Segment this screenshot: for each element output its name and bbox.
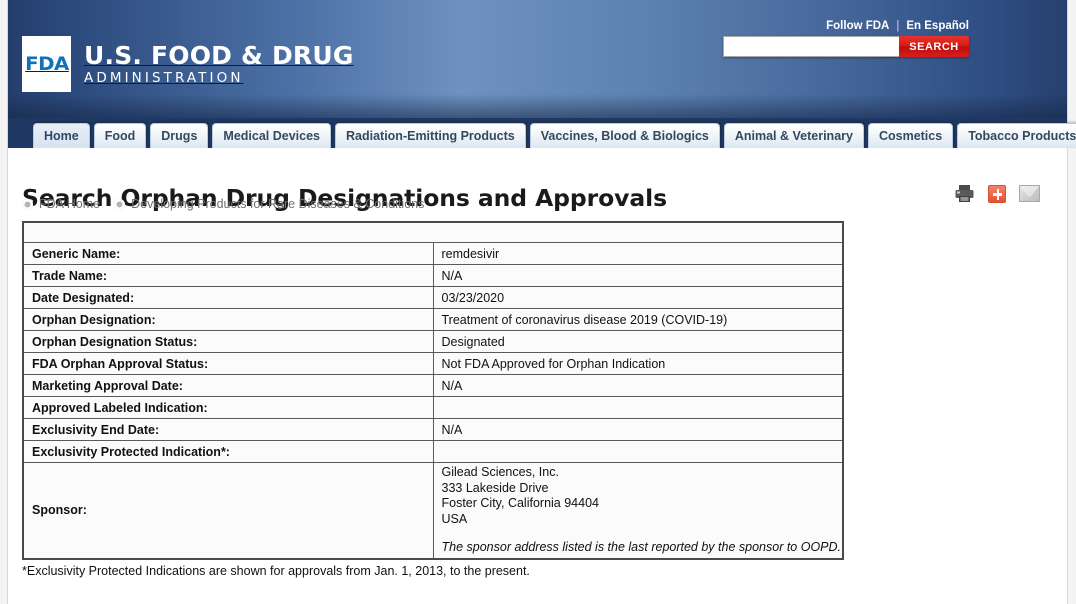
table-row: FDA Orphan Approval Status: Not FDA Appr…: [22, 352, 844, 375]
row-value-exclusivity-protected-indication: [432, 440, 844, 463]
row-label-date-designated: Date Designated:: [22, 286, 434, 309]
fda-logo-text: FDA: [24, 53, 69, 75]
table-row: Trade Name: N/A: [22, 264, 844, 287]
email-icon[interactable]: [1019, 185, 1040, 202]
row-label-marketing-approval-date: Marketing Approval Date:: [22, 374, 434, 397]
table-header-row-cell: [22, 221, 844, 243]
table-row-sponsor: Sponsor: Gilead Sciences, Inc. 333 Lakes…: [22, 462, 844, 559]
tab-drugs[interactable]: Drugs: [150, 123, 209, 148]
follow-fda-link[interactable]: Follow FDA: [826, 20, 889, 32]
sponsor-street: 333 Lakeside Drive: [441, 480, 549, 495]
sponsor-country: USA: [441, 511, 468, 526]
table-row: [22, 221, 844, 243]
search-button[interactable]: SEARCH: [899, 36, 969, 57]
agency-name-line2: ADMINISTRATION: [84, 70, 244, 86]
sponsor-name: Gilead Sciences, Inc.: [441, 465, 559, 479]
row-label-generic-name: Generic Name:: [22, 242, 434, 265]
site-search: SEARCH: [723, 36, 969, 57]
breadcrumb-label: Developing Products for Rare Diseases & …: [131, 197, 425, 211]
search-input[interactable]: [723, 36, 899, 57]
row-value-exclusivity-end-date: N/A: [432, 418, 844, 441]
row-label-orphan-designation: Orphan Designation:: [22, 308, 434, 331]
tab-animal-veterinary[interactable]: Animal & Veterinary: [723, 123, 864, 148]
row-value-sponsor: Gilead Sciences, Inc. 333 Lakeside Drive…: [432, 462, 844, 559]
tab-tobacco-products[interactable]: Tobacco Products: [957, 123, 1076, 148]
table-row: Date Designated: 03/23/2020: [22, 286, 844, 309]
breadcrumb-label: FDA Home: [39, 197, 101, 211]
primary-nav-tabs: Home Food Drugs Medical Devices Radiatio…: [33, 123, 1076, 148]
row-value-marketing-approval-date: N/A: [432, 374, 844, 397]
row-label-sponsor: Sponsor:: [22, 462, 434, 559]
table-row: Approved Labeled Indication:: [22, 396, 844, 419]
page-gutter-left: [0, 0, 8, 604]
row-value-approved-labeled-indication: [432, 396, 844, 419]
sponsor-city-state-zip: Foster City, California 94404: [441, 496, 599, 510]
page-gutter-right: [1067, 0, 1076, 604]
utility-links: Follow FDA | En Español: [826, 20, 969, 32]
agency-name-line1: U.S. FOOD & DRUG: [84, 41, 354, 70]
tab-food[interactable]: Food: [93, 123, 147, 148]
fda-logo-mark: FDA: [22, 36, 71, 92]
bullet-icon: [114, 198, 126, 210]
row-value-orphan-designation-status: Designated: [432, 330, 844, 353]
table-row: Exclusivity End Date: N/A: [22, 418, 844, 441]
agency-name: U.S. FOOD & DRUG ADMINISTRATION: [84, 42, 354, 86]
row-label-approved-labeled-indication: Approved Labeled Indication:: [22, 396, 434, 419]
site-masthead: FDA U.S. FOOD & DRUG ADMINISTRATION Foll…: [8, 0, 1067, 118]
row-label-exclusivity-end-date: Exclusivity End Date:: [22, 418, 434, 441]
share-plus-icon[interactable]: [988, 184, 1006, 203]
print-icon[interactable]: [954, 184, 975, 203]
row-label-orphan-designation-status: Orphan Designation Status:: [22, 330, 434, 353]
table-row: Orphan Designation: Treatment of coronav…: [22, 308, 844, 331]
breadcrumb-item-fda-home[interactable]: FDA Home: [22, 197, 100, 211]
table-row: Orphan Designation Status: Designated: [22, 330, 844, 353]
page-actions: [954, 184, 1040, 203]
row-value-generic-name: remdesivir: [432, 242, 844, 265]
bullet-icon: [22, 198, 33, 210]
exclusivity-footnote: *Exclusivity Protected Indications are s…: [22, 564, 530, 578]
primary-nav: Home Food Drugs Medical Devices Radiatio…: [8, 118, 1076, 148]
sponsor-address-note: The sponsor address listed is the last r…: [441, 540, 842, 554]
main-content: Search Orphan Drug Designations and Appr…: [9, 148, 1067, 604]
row-value-fda-orphan-approval-status: Not FDA Approved for Orphan Indication: [432, 352, 844, 375]
tab-radiation-emitting-products[interactable]: Radiation-Emitting Products: [335, 123, 526, 148]
utility-separator: |: [896, 20, 900, 32]
orphan-drug-record-table: Generic Name: remdesivir Trade Name: N/A…: [22, 221, 844, 560]
table-row: Exclusivity Protected Indication*:: [22, 440, 844, 463]
tab-medical-devices[interactable]: Medical Devices: [212, 123, 331, 148]
fda-logo-link[interactable]: FDA U.S. FOOD & DRUG ADMINISTRATION: [22, 36, 354, 92]
fda-orphan-drug-page: FDA U.S. FOOD & DRUG ADMINISTRATION Foll…: [0, 0, 1076, 604]
breadcrumb: FDA Home Developing Products for Rare Di…: [22, 197, 424, 211]
row-value-trade-name: N/A: [432, 264, 844, 287]
row-label-exclusivity-protected-indication: Exclusivity Protected Indication*:: [22, 440, 434, 463]
tab-cosmetics[interactable]: Cosmetics: [867, 123, 954, 148]
row-label-fda-orphan-approval-status: FDA Orphan Approval Status:: [22, 352, 434, 375]
tab-vaccines-blood-biologics[interactable]: Vaccines, Blood & Biologics: [529, 123, 720, 148]
table-row: Generic Name: remdesivir: [22, 242, 844, 265]
row-value-date-designated: 03/23/2020: [432, 286, 844, 309]
en-espanol-link[interactable]: En Español: [906, 20, 969, 32]
row-value-orphan-designation: Treatment of coronavirus disease 2019 (C…: [432, 308, 844, 331]
breadcrumb-item-developing-products[interactable]: Developing Products for Rare Diseases & …: [114, 197, 424, 211]
tab-home[interactable]: Home: [33, 123, 90, 148]
row-label-trade-name: Trade Name:: [22, 264, 434, 287]
table-row: Marketing Approval Date: N/A: [22, 374, 844, 397]
